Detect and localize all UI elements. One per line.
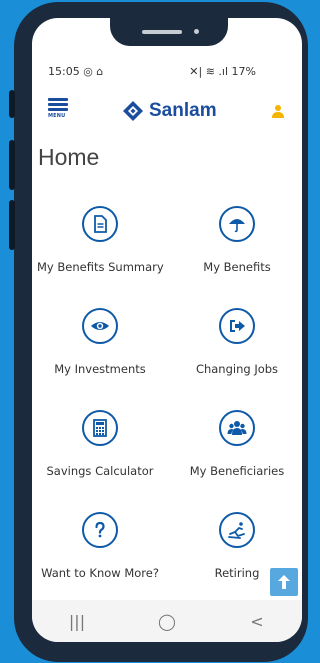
exit-arrow-icon	[219, 308, 255, 344]
camera	[194, 29, 199, 34]
sanlam-shield-icon	[123, 101, 143, 121]
status-left-icons: ◎ ⌂	[83, 65, 104, 78]
tile-my-benefits[interactable]: My Benefits	[174, 206, 300, 274]
recliner-icon	[219, 512, 255, 548]
menu-button[interactable]: MENU	[48, 98, 68, 126]
system-nav-bar: ||| ◯ <	[32, 600, 302, 642]
phone-screen: 15:05 ◎ ⌂ ✕| ≋ .ıl 17% MENU Sanlam Home	[32, 18, 302, 642]
brand-name: Sanlam	[149, 100, 217, 121]
notch	[110, 18, 228, 46]
battery-level: 17%	[231, 65, 256, 78]
tile-my-beneficiaries[interactable]: My Beneficiaries	[174, 410, 300, 478]
page-title: Home	[38, 144, 100, 170]
brand-logo: Sanlam	[122, 100, 217, 122]
phone-button	[9, 140, 15, 190]
back-button[interactable]: <	[237, 612, 277, 631]
home-button[interactable]: ◯	[147, 612, 187, 631]
tile-label: Savings Calculator	[46, 464, 154, 478]
tile-label: Changing Jobs	[195, 362, 279, 376]
tile-label: My Benefits	[203, 260, 271, 274]
tile-label: Want to Know More?	[41, 566, 159, 580]
tile-label: My Beneficiaries	[189, 464, 285, 478]
tile-label: My Investments	[54, 362, 146, 376]
eye-icon	[82, 308, 118, 344]
phone-button	[9, 90, 15, 118]
speaker	[142, 30, 182, 34]
tile-label: My Benefits Summary	[37, 260, 164, 274]
status-bar: 15:05 ◎ ⌂ ✕| ≋ .ıl 17%	[48, 65, 286, 81]
question-icon	[82, 512, 118, 548]
arrow-up-icon	[278, 575, 290, 589]
app-bar: MENU Sanlam	[32, 94, 302, 128]
status-right-icons: ✕| ≋ .ıl	[189, 65, 229, 78]
status-time: 15:05	[48, 65, 80, 78]
scroll-to-top-button[interactable]	[270, 568, 298, 596]
menu-label: MENU	[48, 113, 66, 119]
tile-my-investments[interactable]: My Investments	[37, 308, 163, 376]
tile-changing-jobs[interactable]: Changing Jobs	[174, 308, 300, 376]
umbrella-icon	[219, 206, 255, 242]
tile-my-benefits-summary[interactable]: My Benefits Summary	[37, 206, 164, 274]
document-icon	[82, 206, 118, 242]
calculator-icon	[82, 410, 118, 446]
recents-button[interactable]: |||	[57, 612, 97, 631]
tile-savings-calculator[interactable]: Savings Calculator	[37, 410, 163, 478]
tile-want-to-know-more[interactable]: Want to Know More?	[37, 512, 163, 580]
user-icon[interactable]	[272, 104, 284, 118]
phone-button	[9, 200, 15, 250]
people-icon	[219, 410, 255, 446]
